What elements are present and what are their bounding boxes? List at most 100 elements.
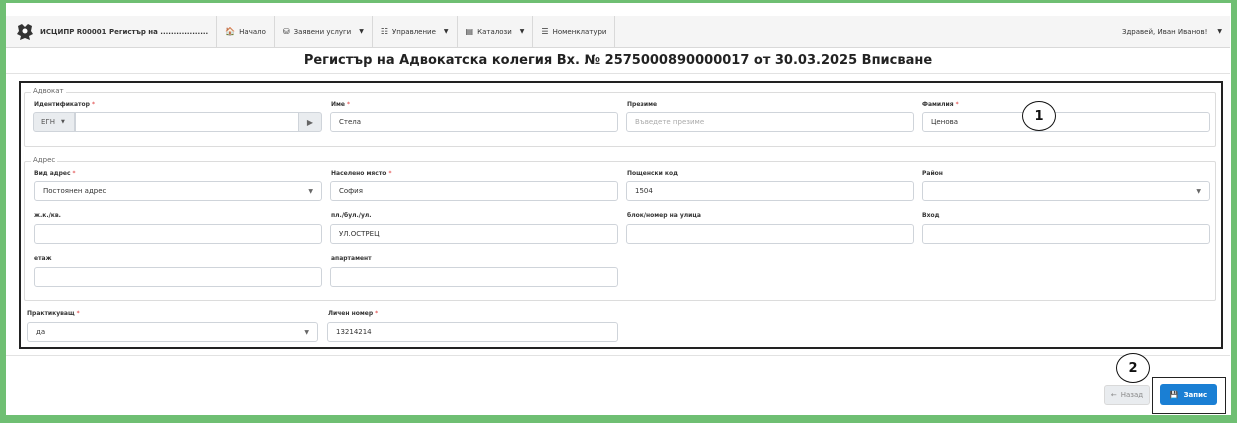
back-button[interactable]: ← Назад: [1104, 385, 1150, 405]
required-marker: *: [91, 101, 95, 108]
personal-number-label-text: Личен номер: [328, 310, 374, 317]
nav-management-label: Управление: [392, 27, 436, 36]
personal-number-value: 13214214: [336, 328, 372, 336]
play-icon: ▶: [306, 117, 314, 127]
top-navbar: ИСЦИПР R00001 Регистър на ..............…: [6, 16, 1230, 48]
first-name-input[interactable]: Стела: [330, 112, 618, 132]
required-marker: *: [375, 310, 379, 317]
practicing-select[interactable]: да ▼: [27, 322, 318, 342]
last-name-value: Ценова: [931, 118, 959, 126]
management-icon: ☷: [380, 27, 388, 36]
nav-management[interactable]: ☷ Управление ▼: [373, 16, 458, 47]
annotation-badge-1: 1: [1022, 101, 1056, 131]
brand[interactable]: ИСЦИПР R00001 Регистър на ..............…: [6, 16, 218, 47]
list-icon: ☰: [541, 27, 549, 36]
database-icon: ⛁: [282, 27, 290, 36]
annotation-badge-2: 2: [1116, 353, 1150, 383]
apartment-input[interactable]: [330, 267, 618, 287]
identifier-label-text: Идентификатор: [34, 101, 90, 108]
chevron-down-icon: ▼: [308, 187, 313, 195]
complex-label: ж.к./кв.: [34, 212, 61, 219]
nav-home[interactable]: 🏠 Начало: [217, 16, 275, 47]
divider: [6, 355, 1230, 356]
address-type-label: Вид адрес *: [34, 170, 76, 177]
nav-catalogs-label: Каталози: [477, 27, 512, 36]
first-name-label: Име *: [331, 101, 350, 108]
district-label: Район: [922, 170, 943, 177]
required-marker: *: [388, 170, 392, 177]
floppy-disk-icon: 💾: [1169, 390, 1179, 399]
floor-input[interactable]: [34, 267, 322, 287]
block-input[interactable]: [626, 224, 914, 244]
street-value: УЛ.ОСТРЕЦ: [339, 230, 380, 238]
brand-title: ИСЦИПР R00001 Регистър на ..............…: [40, 27, 209, 36]
street-label: пл./бул./ул.: [331, 212, 372, 219]
nav-catalogs[interactable]: ▤ Каталози ▼: [458, 16, 534, 47]
identifier-type-select[interactable]: ЕГН ▼: [33, 112, 75, 132]
divider: [6, 73, 1230, 74]
lawyer-legend: Адвокат: [31, 87, 66, 95]
complex-input[interactable]: [34, 224, 322, 244]
entrance-label: Вход: [922, 212, 940, 219]
address-legend: Адрес: [31, 156, 58, 164]
first-name-value: Стела: [339, 118, 362, 126]
chevron-down-icon: ▼: [304, 328, 309, 336]
required-marker: *: [76, 310, 80, 317]
user-menu[interactable]: Здравей, Иван Иванов! ▼: [1122, 28, 1230, 36]
nav-requested-services-label: Заявени услуги: [293, 27, 352, 36]
personal-number-input[interactable]: 13214214: [327, 322, 618, 342]
middle-name-label: Презиме: [627, 101, 658, 108]
chevron-down-icon: ▼: [1217, 28, 1222, 35]
middle-name-placeholder: Въведете презиме: [635, 118, 705, 126]
identifier-search-button[interactable]: ▶: [298, 112, 322, 132]
address-type-select[interactable]: Постоянен адрес ▼: [34, 181, 322, 201]
chevron-down-icon: ▼: [519, 28, 525, 35]
settlement-label-text: Населено място: [331, 170, 387, 177]
practicing-label-text: Практикуващ: [27, 310, 75, 317]
chevron-down-icon: ▼: [60, 119, 65, 125]
identifier-input[interactable]: [75, 112, 299, 132]
user-greeting: Здравей, Иван Иванов!: [1121, 27, 1208, 36]
middle-name-input[interactable]: Въведете презиме: [626, 112, 914, 132]
save-button-label: Запис: [1183, 390, 1208, 399]
arrow-left-icon: ←: [1110, 391, 1117, 399]
last-name-input[interactable]: Ценова: [922, 112, 1210, 132]
apartment-label: апартамент: [331, 255, 372, 262]
save-button[interactable]: 💾 Запис: [1160, 384, 1217, 405]
postal-code-value: 1504: [635, 187, 653, 195]
practicing-value: да: [36, 328, 46, 336]
home-icon: 🏠: [225, 27, 236, 36]
required-marker: *: [72, 170, 76, 177]
settlement-label: Населено място *: [331, 170, 391, 177]
coat-of-arms-icon: [17, 23, 33, 40]
postal-code-input[interactable]: 1504: [626, 181, 914, 201]
chevron-down-icon: ▼: [443, 28, 449, 35]
nav-nomenclatures[interactable]: ☰ Номенклатури: [533, 16, 616, 47]
nav-requested-services[interactable]: ⛁ Заявени услуги ▼: [275, 16, 373, 47]
chevron-down-icon: ▼: [359, 28, 364, 35]
street-input[interactable]: УЛ.ОСТРЕЦ: [330, 224, 618, 244]
identifier-type-value: ЕГН: [41, 118, 55, 126]
settlement-input[interactable]: София: [330, 181, 618, 201]
practicing-label: Практикуващ *: [27, 310, 80, 317]
identifier-label: Идентификатор *: [34, 101, 95, 108]
required-marker: *: [955, 101, 959, 108]
page-title: Регистър на Адвокатска колегия Вх. № 257…: [303, 53, 933, 68]
first-name-label-text: Име: [331, 101, 345, 108]
address-type-value: Постоянен адрес: [43, 187, 107, 195]
district-select[interactable]: ▼: [922, 181, 1210, 201]
personal-number-label: Личен номер *: [328, 310, 378, 317]
settlement-value: София: [339, 187, 363, 195]
floor-label: етаж: [34, 255, 52, 262]
required-marker: *: [347, 101, 350, 108]
chevron-down-icon: ▼: [1196, 187, 1201, 195]
entrance-input[interactable]: [922, 224, 1210, 244]
last-name-label-text: Фамилия: [922, 101, 954, 108]
address-type-label-text: Вид адрес: [34, 170, 71, 177]
postal-code-label: Пощенски код: [627, 170, 678, 177]
nav-home-label: Начало: [239, 27, 266, 36]
back-button-label: Назад: [1120, 391, 1144, 399]
block-label: блок/номер на улица: [627, 212, 701, 219]
nav-nomenclatures-label: Номенклатури: [552, 27, 607, 36]
last-name-label: Фамилия *: [922, 101, 959, 108]
